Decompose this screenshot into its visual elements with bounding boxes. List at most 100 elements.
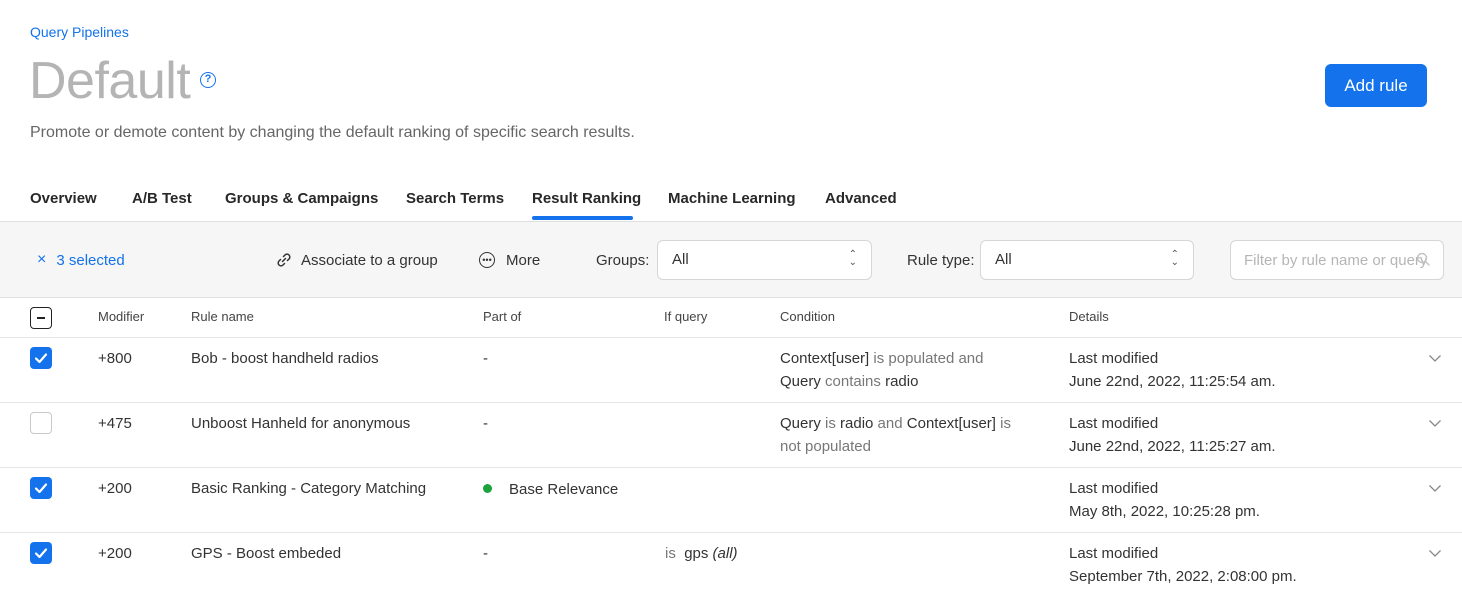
select-all-checkbox[interactable] (30, 307, 52, 329)
details-label: Last modified (1069, 545, 1159, 562)
condition-term: Context[user] (906, 415, 996, 432)
chevron-down-icon[interactable] (1428, 483, 1442, 493)
row-checkbox[interactable] (30, 542, 52, 564)
help-icon[interactable]: ? (200, 72, 216, 88)
bulk-action-toolbar: × 3 selected Associate to a group ••• Mo… (0, 222, 1462, 298)
checkbox-icon (34, 548, 48, 559)
details-date: May 8th, 2022, 10:25:28 pm. (1069, 503, 1260, 520)
details-date: June 22nd, 2022, 11:25:54 am. (1069, 373, 1276, 390)
details-label: Last modified (1069, 350, 1159, 367)
condition-text: Query is radio and Context[user] is not … (780, 412, 1011, 458)
if-query-operator: is (665, 545, 676, 562)
groups-select[interactable]: All ⌃ ⌄ (657, 240, 872, 280)
table-row[interactable]: +475 Unboost Hanheld for anonymous - Que… (0, 403, 1462, 468)
chevron-down-icon[interactable] (1428, 418, 1442, 428)
details-text: Last modified June 22nd, 2022, 11:25:27 … (1069, 412, 1276, 458)
rule-name[interactable]: Basic Ranking - Category Matching (191, 477, 426, 500)
checkbox-icon (34, 353, 48, 364)
condition-term: radio (885, 373, 919, 390)
column-header-modifier[interactable]: Modifier (98, 309, 144, 324)
condition-operator: is (820, 415, 841, 432)
groups-select-value: All (672, 251, 689, 268)
tab-ab-test[interactable]: A/B Test (132, 190, 192, 207)
if-query-qualifier: (all) (712, 545, 738, 562)
breadcrumb-link[interactable]: Query Pipelines (30, 24, 129, 40)
rule-type-label: Rule type: (907, 222, 975, 298)
status-dot (483, 484, 492, 493)
condition-operator: contains (820, 373, 886, 390)
condition-operator: is populated and (869, 350, 984, 367)
selected-count: 3 selected (56, 251, 125, 269)
groups-label: Groups: (596, 222, 649, 298)
condition-term: radio (840, 415, 874, 432)
details-date: September 7th, 2022, 2:08:00 pm. (1069, 568, 1297, 585)
condition-term: Query (780, 415, 821, 432)
modifier-value: +200 (98, 545, 132, 562)
chevron-down-icon[interactable] (1428, 353, 1442, 363)
page-title: Default (29, 52, 191, 110)
page-subtitle: Promote or demote content by changing th… (30, 124, 635, 141)
rule-type-select-value: All (995, 251, 1012, 268)
modifier-value: +475 (98, 415, 132, 432)
group-name: Base Relevance (509, 481, 619, 498)
details-label: Last modified (1069, 480, 1159, 497)
select-arrows-icon: ⌃ ⌄ (1170, 249, 1179, 268)
column-header-condition[interactable]: Condition (780, 309, 835, 324)
modifier-value: +800 (98, 350, 132, 367)
checkbox-icon (34, 483, 48, 494)
more-icon: ••• (479, 252, 495, 268)
row-checkbox[interactable] (30, 412, 52, 434)
part-of-value: - (483, 415, 488, 432)
groups-label-text: Groups: (596, 251, 650, 269)
rule-type-label-text: Rule type: (907, 251, 975, 269)
tab-search-terms[interactable]: Search Terms (406, 190, 504, 207)
close-icon[interactable]: × (37, 251, 46, 269)
active-tab-indicator (532, 216, 633, 220)
tab-groups-campaigns[interactable]: Groups & Campaigns (225, 190, 378, 207)
add-rule-button[interactable]: Add rule (1325, 64, 1427, 107)
column-header-part-of[interactable]: Part of (483, 309, 521, 324)
condition-operator: not populated (780, 438, 871, 455)
select-arrows-icon: ⌃ ⌄ (848, 249, 857, 268)
row-checkbox[interactable] (30, 477, 52, 499)
row-checkbox[interactable] (30, 347, 52, 369)
condition-term: Query (780, 373, 821, 390)
rule-type-select[interactable]: All ⌃ ⌄ (980, 240, 1194, 280)
clear-selection-button[interactable]: × 3 selected (37, 222, 125, 298)
column-header-rule-name[interactable]: Rule name (191, 309, 254, 324)
more-button[interactable]: ••• More (479, 222, 540, 298)
condition-operator: is (995, 415, 1011, 432)
tab-advanced[interactable]: Advanced (825, 190, 897, 207)
column-header-if-query[interactable]: If query (664, 309, 707, 324)
details-label: Last modified (1069, 415, 1159, 432)
checkbox-icon (37, 317, 45, 319)
part-of-value: - (483, 545, 488, 562)
search-icon (1416, 252, 1430, 266)
chevron-down-icon[interactable] (1428, 548, 1442, 558)
rule-name[interactable]: GPS - Boost embeded (191, 542, 341, 565)
rule-name[interactable]: Bob - boost handheld radios (191, 347, 379, 370)
details-date: June 22nd, 2022, 11:25:27 am. (1069, 438, 1276, 455)
rule-name[interactable]: Unboost Hanheld for anonymous (191, 412, 410, 435)
part-of-value[interactable]: Base Relevance (483, 478, 618, 501)
table-row[interactable]: +800 Bob - boost handheld radios - Conte… (0, 338, 1462, 403)
associate-to-group-button[interactable]: Associate to a group (276, 222, 438, 298)
tab-bar: Overview A/B Test Groups & Campaigns Sea… (0, 178, 1462, 222)
tab-overview[interactable]: Overview (30, 190, 97, 207)
table-row[interactable]: +200 GPS - Boost embeded - is gps (all) … (0, 533, 1462, 598)
table-row[interactable]: +200 Basic Ranking - Category Matching B… (0, 468, 1462, 533)
link-icon (277, 253, 291, 267)
condition-text: Context[user] is populated and Query con… (780, 347, 983, 393)
filter-input[interactable] (1230, 240, 1444, 280)
condition-operator: and (873, 415, 907, 432)
column-header-details[interactable]: Details (1069, 309, 1109, 324)
tab-result-ranking[interactable]: Result Ranking (532, 190, 641, 207)
details-text: Last modified May 8th, 2022, 10:25:28 pm… (1069, 477, 1260, 523)
if-query-value: gps (684, 545, 709, 562)
modifier-value: +200 (98, 480, 132, 497)
condition-term: Context[user] (780, 350, 870, 367)
tab-machine-learning[interactable]: Machine Learning (668, 190, 796, 207)
part-of-value: - (483, 350, 488, 367)
if-query-text: is gps (all) (665, 542, 738, 565)
details-text: Last modified June 22nd, 2022, 11:25:54 … (1069, 347, 1276, 393)
